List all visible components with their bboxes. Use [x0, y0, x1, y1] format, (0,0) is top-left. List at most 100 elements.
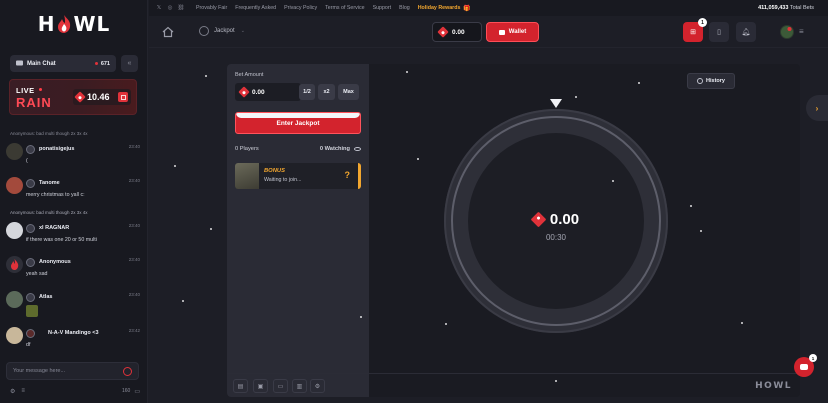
balance-value: 0.00 — [452, 28, 465, 36]
hamburger-menu-icon[interactable]: ≡ — [799, 27, 804, 36]
howl-logo[interactable]: H WL — [0, 8, 148, 40]
chat-username[interactable]: ponatisigejus — [39, 146, 74, 152]
collapse-chat-button[interactable]: « — [121, 55, 138, 72]
chat-message-input[interactable] — [13, 368, 123, 374]
link-faq[interactable]: Frequently Asked — [235, 5, 276, 11]
enter-jackpot-button[interactable]: Enter Jackpot — [235, 112, 361, 134]
discord-icon[interactable]: ◎ — [166, 4, 174, 12]
bonus-subtitle: Waiting to join... — [264, 177, 302, 183]
chat-input-box — [6, 362, 139, 380]
game-settings-button[interactable]: ⚙ — [310, 379, 325, 393]
avatar[interactable] — [6, 177, 23, 194]
chat-time: 23:40 — [128, 178, 140, 183]
top-links-bar: 𝕏 ◎ ⛓ Provably Fair Frequently Asked Pri… — [149, 0, 828, 16]
link-holiday-rewards[interactable]: Holiday Rewards — [418, 5, 461, 11]
home-icon[interactable] — [162, 26, 174, 38]
rules-icon[interactable]: ≡ — [21, 388, 25, 394]
bet-amount-label: Bet Amount — [235, 72, 264, 78]
fullscreen-button[interactable]: ▣ — [253, 379, 268, 393]
coin-icon — [74, 91, 86, 103]
chat-username[interactable]: Tanome — [39, 180, 60, 186]
link-terms[interactable]: Terms of Service — [325, 5, 364, 11]
bell-icon: 🔔︎ — [741, 29, 751, 36]
chat-username[interactable]: Atlas — [39, 294, 52, 300]
gift-icon: 🎁 — [463, 5, 471, 12]
max-bet-button[interactable]: Max — [338, 84, 359, 100]
chat-username[interactable]: Anonymous — [39, 259, 71, 265]
chat-username[interactable]: xl RAGNAR — [39, 225, 69, 231]
notifications-button[interactable]: 🔔︎ — [736, 22, 756, 42]
game-footer: ▤ ▣ ▭ ▥ ⚙ HOWL — [227, 373, 800, 397]
bet-amount-input[interactable]: 0.00 — [235, 83, 301, 101]
enter-jackpot-label: Enter Jackpot — [276, 119, 320, 127]
level-badge-icon — [26, 145, 35, 154]
avatar[interactable] — [6, 222, 23, 239]
chat-text: yeah sad — [26, 271, 48, 277]
avatar[interactable] — [6, 327, 23, 344]
snowflake-icon — [205, 75, 207, 77]
watching-count: 0 Watching — [320, 146, 361, 152]
players-count: 0 Players — [235, 146, 259, 152]
wheel-pointer-icon — [550, 99, 562, 108]
jackpot-wheel: 0.00 00:30 — [444, 109, 668, 333]
double-bet-button[interactable]: x2 — [318, 84, 335, 100]
snowflake-icon — [174, 165, 176, 167]
avatar[interactable] — [6, 256, 23, 273]
fairness-button[interactable]: ▤ — [233, 379, 248, 393]
join-icon — [120, 94, 126, 100]
inventory-button[interactable]: ▯ — [709, 22, 729, 42]
join-rain-button[interactable] — [118, 92, 128, 102]
chat-username[interactable]: N-A-V Mandingo <3 — [48, 330, 99, 336]
snowflake-icon — [445, 323, 447, 325]
game-selector[interactable]: Jackpot ⌄ — [199, 26, 245, 36]
avatar[interactable] — [6, 291, 23, 308]
link-support[interactable]: Support — [373, 5, 392, 11]
emote-sticker-icon — [26, 305, 38, 317]
chat-room-selector[interactable]: Main Chat 671 — [10, 55, 116, 72]
chat-message: Tanome 23:40 merry christmas to yall c: — [6, 177, 140, 211]
rewards-button[interactable]: ⊞ 1 — [683, 18, 707, 42]
emoji-icon[interactable] — [123, 366, 132, 376]
balance-display[interactable]: 0.00 — [432, 22, 482, 42]
chevron-down-icon: ⌄ — [240, 28, 245, 34]
support-chat-button[interactable]: 1 — [794, 354, 817, 377]
send-icon[interactable]: ▭ — [134, 388, 140, 395]
x-twitter-icon[interactable]: 𝕏 — [155, 4, 163, 12]
coin-icon — [530, 211, 547, 228]
bonus-player-card: BONUS Waiting to join... ? — [235, 163, 361, 189]
half-bet-button[interactable]: 1/2 — [299, 84, 315, 100]
history-button[interactable]: History — [687, 73, 735, 89]
rain-amount: 10.46 — [87, 92, 110, 102]
next-game-button[interactable]: › — [806, 95, 828, 121]
link-privacy-policy[interactable]: Privacy Policy — [284, 5, 317, 11]
link-provably-fair[interactable]: Provably Fair — [196, 5, 227, 11]
game-name: Jackpot — [214, 28, 235, 34]
fairness-icon: ▤ — [237, 383, 244, 390]
wallet-button[interactable]: Wallet — [486, 22, 539, 42]
watching-label: 0 Watching — [319, 146, 350, 152]
stats-button[interactable]: ▥ — [292, 379, 307, 393]
eye-icon — [354, 147, 361, 151]
snowflake-icon — [741, 322, 743, 324]
total-bets-value: 411,059,433 — [758, 5, 789, 11]
profile-avatar[interactable] — [780, 25, 794, 39]
jackpot-game: Bet Amount 0.00 1/2 x2 Max Enter Jackpot… — [227, 64, 800, 397]
history-label: History — [706, 78, 725, 84]
theatre-button[interactable]: ▭ — [273, 379, 288, 393]
level-badge-icon — [26, 329, 35, 338]
logo-text-left: H — [37, 12, 56, 36]
chat-message: ponatisigejus 23:40 ( — [6, 143, 140, 177]
online-count: 671 — [100, 60, 110, 67]
snowflake-icon — [210, 228, 212, 230]
support-badge: 1 — [809, 354, 817, 362]
snowflake-icon — [360, 316, 362, 318]
snowflake-icon — [612, 180, 614, 182]
chat-time: 23:40 — [128, 223, 140, 228]
rain-title: RAIN — [16, 95, 52, 110]
snowflake-icon — [638, 82, 640, 84]
settings-gear-icon[interactable]: ⚙ — [10, 388, 15, 395]
gift-icon: ⊞ — [690, 29, 696, 36]
avatar[interactable] — [6, 143, 23, 160]
link-icon[interactable]: ⛓ — [177, 4, 185, 12]
link-blog[interactable]: Blog — [399, 5, 410, 11]
